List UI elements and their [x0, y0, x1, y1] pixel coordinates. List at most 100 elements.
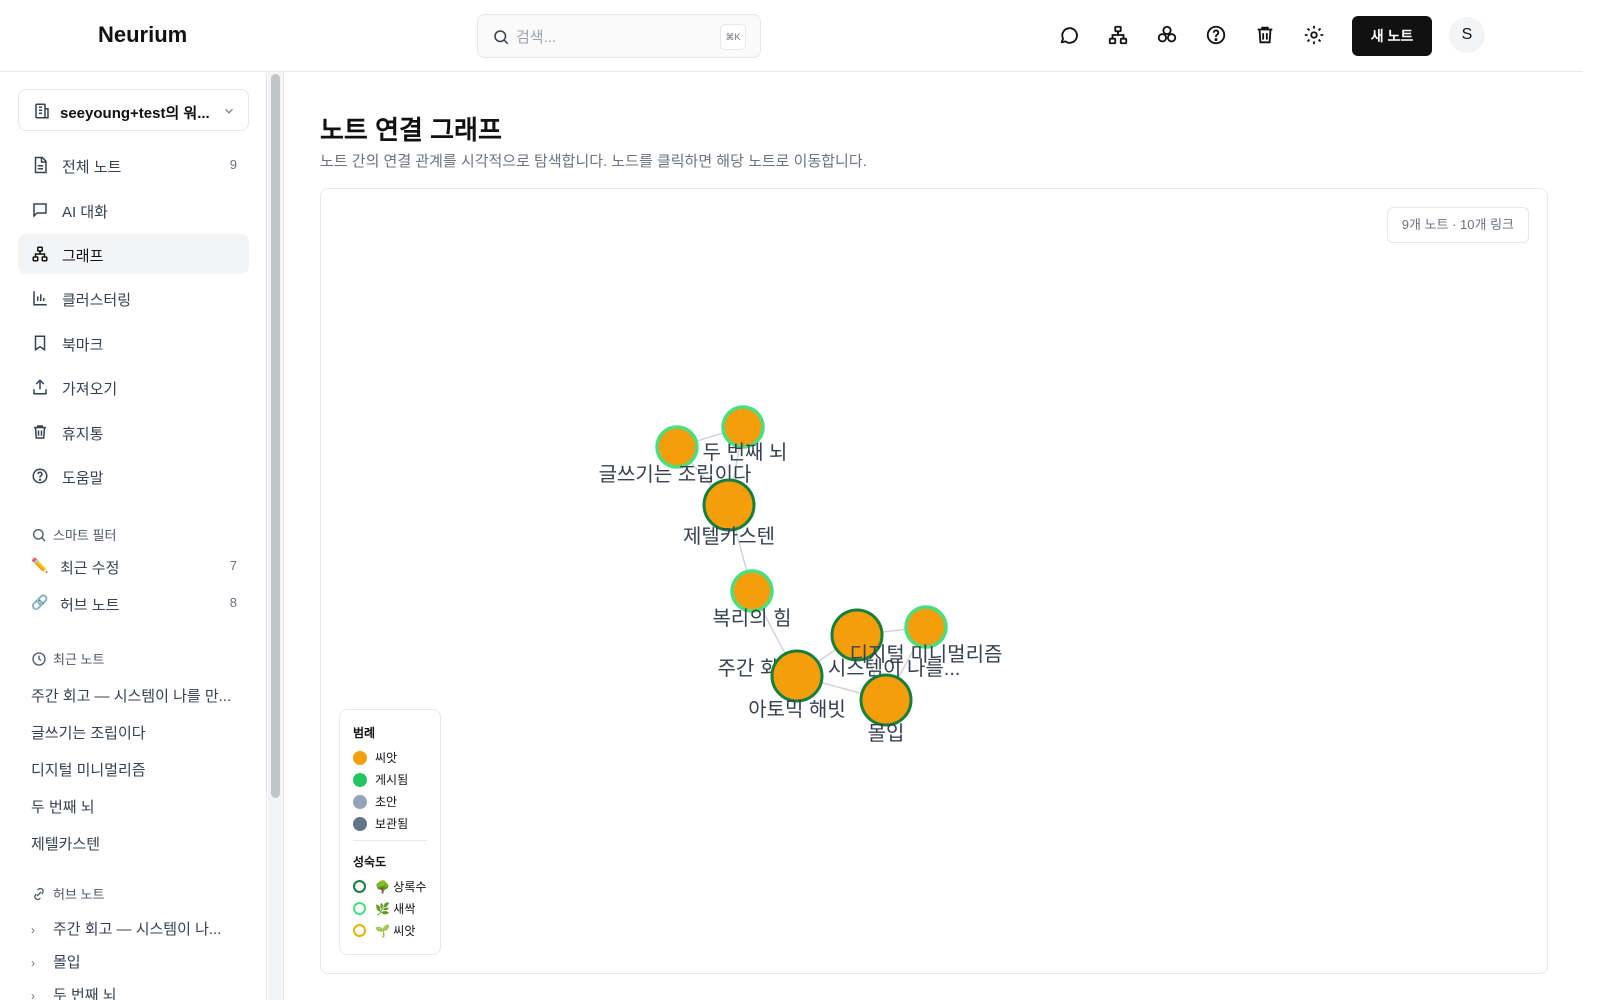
chevron-down-icon [225, 108, 233, 114]
graph-node-label: 복리의 힘 [712, 607, 791, 630]
page-subtitle: 노트 간의 연결 관계를 시각적으로 탐색합니다. 노드를 클릭하면 해당 노트… [320, 153, 867, 170]
chevron-right-icon: › [31, 956, 35, 970]
note-graph-canvas[interactable]: 두 번째 뇌글쓰기는 조립이다제텔카스텐복리의 힘주간 회고 — 시스템이 나를… [321, 189, 1547, 973]
legend-item: 🌳 상록수 [353, 879, 427, 901]
message-square-icon [33, 203, 47, 218]
search-icon [494, 30, 509, 45]
sidebar: seeyoung+test의 워... 전체 노트 9 AI 대화 그래프 클러… [0, 72, 267, 1000]
legend-maturity-title: 성숙도 [353, 855, 387, 869]
legend-label: 게시됨 [375, 773, 409, 787]
recent-note-item[interactable]: 주간 회고 — 시스템이 나를 만... [31, 685, 236, 706]
help-icon[interactable] [1205, 24, 1227, 46]
graph-icon[interactable] [1107, 24, 1129, 46]
search-bar[interactable]: ⌘K [477, 14, 761, 58]
top-header: Neurium ⌘K 새 노트 S [0, 0, 1583, 72]
legend-label: 새싹 [393, 902, 416, 916]
graph-node-flow[interactable]: 몰입 [859, 673, 913, 745]
clustering-icon[interactable] [1156, 24, 1178, 46]
chat-icon[interactable] [1058, 24, 1080, 46]
hub-notes-heading: 허브 노트 [31, 884, 104, 903]
graph-node-circle[interactable] [904, 605, 948, 649]
legend-divider [353, 840, 427, 841]
graph-stats-badge: 9개 노트 · 10개 링크 [1386, 207, 1529, 243]
hub-note-item[interactable]: › 몰입 [31, 951, 236, 972]
hub-note-label: 두 번째 뇌 [53, 987, 117, 1000]
graph-legend: 범례 씨앗 게시됨 초안 보관됨 성숙도 🌳 상록수 🌿 새싹 🌱 씨앗 [339, 709, 441, 955]
trash-icon[interactable] [1254, 24, 1276, 46]
scrollbar-thumb[interactable] [271, 74, 280, 798]
recent-note-item[interactable]: 글쓰기는 조립이다 [31, 722, 236, 743]
user-avatar[interactable]: S [1449, 17, 1485, 53]
graph-node-circle[interactable] [721, 405, 765, 449]
section-title: 허브 노트 [53, 887, 105, 902]
graph-node-circle[interactable] [770, 649, 824, 703]
nav-bookmarks[interactable]: 북마크 [18, 323, 249, 363]
app-logo[interactable]: Neurium [98, 22, 187, 48]
graph-node-compound[interactable]: 복리의 힘 [712, 569, 792, 630]
link-icon: 🔗 [31, 594, 49, 610]
nav-label: 휴지통 [62, 426, 104, 443]
new-note-button[interactable]: 새 노트 [1352, 16, 1432, 56]
tree-icon: 🌳 [375, 880, 390, 894]
herb-icon: 🌿 [375, 902, 390, 916]
legend-title: 범례 [353, 726, 376, 740]
section-title: 최근 노트 [53, 652, 105, 667]
legend-item: 🌿 새싹 [353, 901, 427, 923]
recent-note-item[interactable]: 두 번째 뇌 [31, 796, 236, 817]
maturity-ring-icon [353, 880, 366, 893]
nav-label: 도움말 [62, 470, 104, 487]
graph-node-label: 두 번째 뇌 [703, 441, 788, 464]
graph-nodes: 두 번째 뇌글쓰기는 조립이다제텔카스텐복리의 힘주간 회고 — 시스템이 나를… [599, 405, 1002, 745]
smart-filter-heading: 스마트 필터 [31, 525, 116, 544]
hub-note-label: 주간 회고 — 시스템이 나... [53, 921, 222, 938]
file-text-icon [34, 156, 47, 174]
nav-label: AI 대화 [62, 204, 108, 221]
graph-node-circle[interactable] [655, 425, 699, 469]
clock-icon [32, 652, 46, 666]
nav-all-notes[interactable]: 전체 노트 9 [18, 145, 249, 185]
nav-clustering[interactable]: 클러스터링 [18, 278, 249, 318]
search-icon [33, 529, 46, 542]
search-input[interactable] [516, 25, 706, 49]
smart-filter-hub[interactable]: 🔗 허브 노트 8 [18, 586, 249, 620]
chevron-right-icon: › [31, 923, 35, 937]
nav-label: 북마크 [62, 337, 104, 354]
pencil-icon: ✏️ [31, 557, 49, 573]
recent-note-item[interactable]: 디지털 미니멀리즘 [31, 759, 236, 780]
maturity-ring-icon [353, 902, 366, 915]
recent-note-item[interactable]: 제텔카스텐 [31, 833, 236, 854]
graph-node-circle[interactable] [859, 673, 913, 727]
status-dot-icon [353, 773, 367, 787]
hub-note-label: 몰입 [53, 954, 81, 971]
nav-label: 가져오기 [62, 381, 118, 398]
legend-label: 초안 [375, 795, 398, 809]
graph-node-circle[interactable] [702, 478, 756, 532]
filter-count: 8 [229, 595, 237, 610]
hub-note-item[interactable]: › 두 번째 뇌 [31, 984, 236, 1000]
nav-ai-chat[interactable]: AI 대화 [18, 190, 249, 230]
nav-help[interactable]: 도움말 [18, 456, 249, 496]
search-shortcut-hint: ⌘K [720, 24, 746, 50]
nav-graph[interactable]: 그래프 [18, 234, 249, 274]
legend-label: 보관됨 [375, 817, 409, 831]
nav-trash[interactable]: 휴지통 [18, 412, 249, 452]
legend-label: 씨앗 [375, 751, 398, 765]
filter-label: 허브 노트 [60, 597, 120, 614]
graph-node-circle[interactable] [730, 569, 774, 613]
graph-node-zettel[interactable]: 제텔카스텐 [683, 478, 775, 548]
graph-node-label: 몰입 [868, 722, 905, 745]
sidebar-scrollbar[interactable] [268, 72, 284, 1000]
help-circle-icon [32, 468, 48, 484]
legend-label: 씨앗 [393, 924, 416, 938]
seedling-icon: 🌱 [375, 924, 390, 938]
workspace-switcher[interactable]: seeyoung+test의 워... [18, 89, 249, 131]
settings-gear-icon[interactable] [1303, 24, 1325, 46]
graph-panel: 두 번째 뇌 글쓰기는 조립이다 제텔카스텐 복리의 힘 주간 회고 — 시스템이 나를… [320, 188, 1548, 974]
hub-note-item[interactable]: › 주간 회고 — 시스템이 나... [31, 918, 236, 939]
legend-item: 🌱 씨앗 [353, 923, 427, 945]
nav-count: 9 [229, 157, 237, 172]
filter-label: 최근 수정 [60, 560, 120, 577]
upload-icon [33, 379, 47, 395]
nav-import[interactable]: 가져오기 [18, 367, 249, 407]
smart-filter-recent[interactable]: ✏️ 최근 수정 7 [18, 549, 249, 583]
